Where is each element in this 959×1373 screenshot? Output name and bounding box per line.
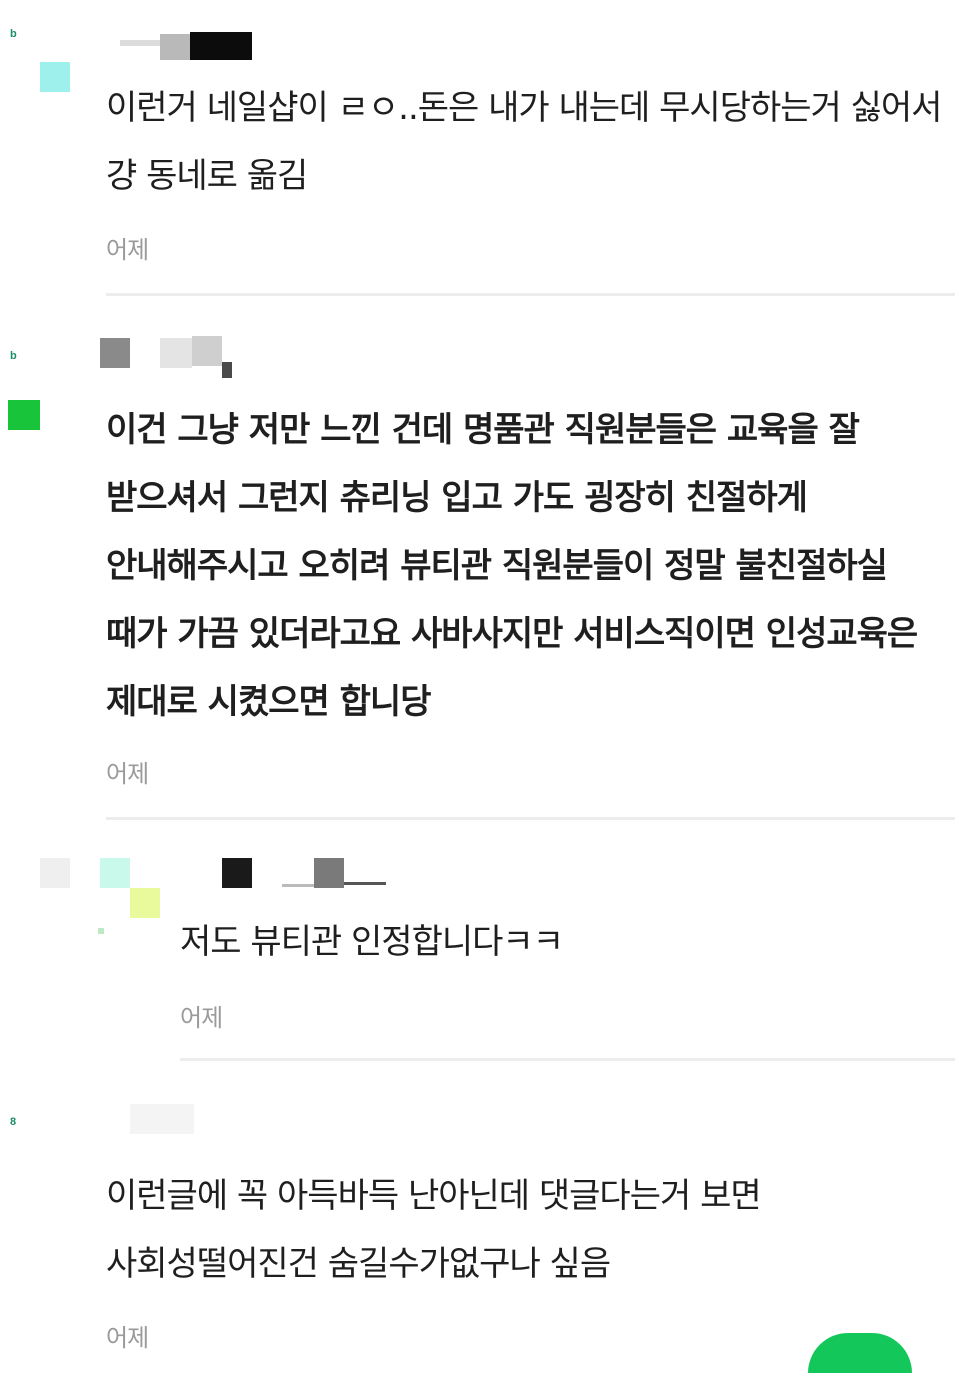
reply-time: 어제 <box>180 1004 223 1032</box>
blur-block <box>222 858 252 888</box>
blur-block <box>160 34 192 60</box>
blur-block <box>40 858 70 888</box>
blur-block <box>222 362 232 378</box>
divider <box>106 817 955 820</box>
blur-block <box>160 338 192 368</box>
floating-action-button[interactable] <box>808 1333 912 1373</box>
rank-mark: b <box>10 28 17 40</box>
reply-text: 저도 뷰티관 인정합니다ㅋㅋ <box>180 922 564 962</box>
blur-block <box>192 336 222 366</box>
blur-block <box>282 884 314 887</box>
comment-time: 어제 <box>106 1324 149 1352</box>
blur-block <box>130 1104 194 1134</box>
rank-mark: b <box>10 350 17 362</box>
comment-text: 이런거 네일샵이 ㄹㅇ..돈은 내가 내는데 무시당하는거 싫어서 걍 동네로 … <box>106 88 952 196</box>
comment-text: 이건 그냥 저만 느낀 건데 명품관 직원분들은 교육을 잘 받으셔서 그런지 … <box>106 410 929 722</box>
avatar[interactable] <box>130 888 160 918</box>
avatar[interactable] <box>8 400 40 430</box>
divider <box>106 293 955 296</box>
blur-block <box>344 882 386 885</box>
blur-block <box>98 928 104 934</box>
rank-mark: 8 <box>10 1116 17 1128</box>
comment-time: 어제 <box>106 760 149 788</box>
blur-block <box>100 858 130 888</box>
blur-block <box>100 338 130 368</box>
blur-block <box>120 40 165 46</box>
avatar[interactable] <box>40 62 70 92</box>
comment-text: 이런글에 꼭 아득바득 난아닌데 댓글다는거 보면 사회성떨어진건 숨길수가없구… <box>106 1176 771 1284</box>
blur-block <box>190 32 252 60</box>
blur-block <box>314 858 344 888</box>
divider <box>180 1058 955 1061</box>
comment-time: 어제 <box>106 236 149 264</box>
